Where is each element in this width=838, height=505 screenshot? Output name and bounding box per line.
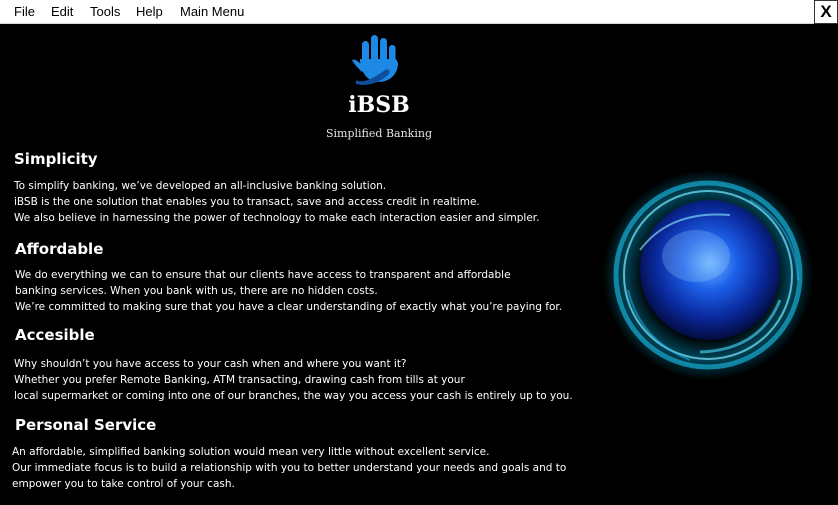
paragraph-line: We do everything we can to ensure that o… xyxy=(15,269,511,281)
heading-affordable: Affordable xyxy=(15,240,104,258)
close-button[interactable]: X xyxy=(814,0,838,24)
menu-edit[interactable]: Edit xyxy=(51,4,73,19)
paragraph-accesible: Why shouldn’t you have access to your ca… xyxy=(14,356,573,404)
heading-simplicity: Simplicity xyxy=(14,150,98,168)
glowing-orb-image xyxy=(603,170,813,380)
paragraph-line: Our immediate focus is to build a relati… xyxy=(12,462,567,474)
menu-tools[interactable]: Tools xyxy=(90,4,120,19)
menu-bar: File Edit Tools Help Main Menu X xyxy=(0,0,838,24)
heading-personal-service: Personal Service xyxy=(15,416,157,434)
paragraph-personal-service: An affordable, simplified banking soluti… xyxy=(12,444,566,492)
paragraph-line: We also believe in harnessing the power … xyxy=(14,212,540,224)
paragraph-simplicity: To simplify banking, we’ve developed an … xyxy=(14,178,539,226)
hand-icon xyxy=(352,35,398,85)
heading-accesible: Accesible xyxy=(15,326,95,344)
brand-tagline: Simplified Banking xyxy=(326,127,432,140)
paragraph-line: An affordable, simplified banking soluti… xyxy=(12,446,490,458)
paragraph-line: We’re committed to making sure that you … xyxy=(15,301,563,313)
paragraph-line: iBSB is the one solution that enables yo… xyxy=(14,196,480,208)
paragraph-line: empower you to take control of your cash… xyxy=(12,478,235,490)
menu-file[interactable]: File xyxy=(14,4,35,19)
paragraph-line: To simplify banking, we’ve developed an … xyxy=(14,180,387,192)
paragraph-line: Whether you prefer Remote Banking, ATM t… xyxy=(14,374,465,386)
paragraph-line: Why shouldn’t you have access to your ca… xyxy=(14,358,407,370)
brand-name: iBSB xyxy=(348,92,410,118)
menu-help[interactable]: Help xyxy=(136,4,163,19)
paragraph-line: local supermarket or coming into one of … xyxy=(14,390,573,402)
menu-main-menu[interactable]: Main Menu xyxy=(180,4,244,19)
paragraph-affordable: We do everything we can to ensure that o… xyxy=(15,267,562,315)
paragraph-line: banking services. When you bank with us,… xyxy=(15,285,378,297)
